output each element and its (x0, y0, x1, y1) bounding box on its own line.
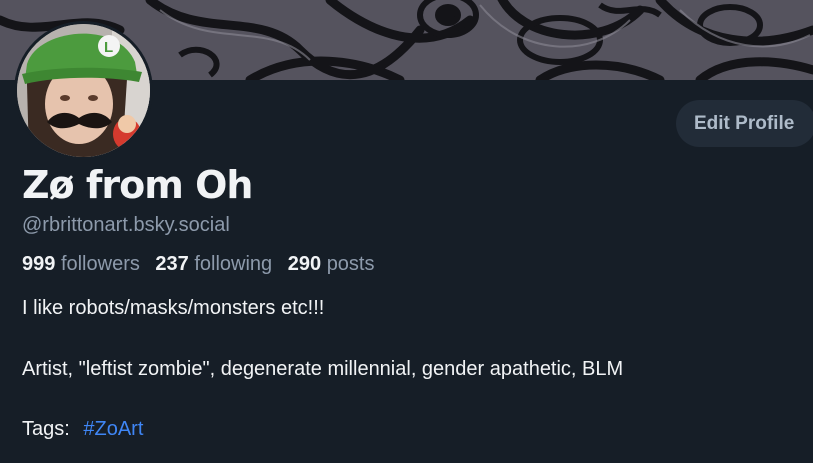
followers-count: 999 (22, 253, 56, 275)
followers-label: followers (60, 253, 140, 275)
posts-label: posts (326, 253, 375, 275)
profile-stats: 999 followers 237 following 290 posts (22, 253, 385, 276)
following-count: 237 (155, 253, 189, 275)
edit-profile-button[interactable]: Edit Profile (676, 100, 813, 147)
bio-tags: Tags: #ZoArt (22, 418, 143, 441)
posts-stat: 290 posts (288, 253, 385, 275)
profile-handle[interactable]: @rbrittonart.bsky.social (22, 214, 230, 237)
following-stat[interactable]: 237 following (155, 253, 282, 275)
svg-text:L: L (104, 39, 113, 56)
avatar[interactable]: L (17, 24, 150, 157)
bio-line-1: I like robots/masks/monsters etc!!! (22, 297, 325, 319)
tags-label: Tags: (22, 418, 70, 440)
avatar-photo: L (17, 24, 150, 157)
posts-count: 290 (287, 253, 322, 275)
hashtag-link[interactable]: #ZoArt (83, 418, 143, 440)
display-name: Zø from Oh (22, 163, 253, 207)
bio-line-2: Artist, "leftist zombie", degenerate mil… (22, 358, 624, 380)
followers-stat[interactable]: 999 followers (22, 253, 150, 275)
following-label: following (194, 253, 273, 275)
